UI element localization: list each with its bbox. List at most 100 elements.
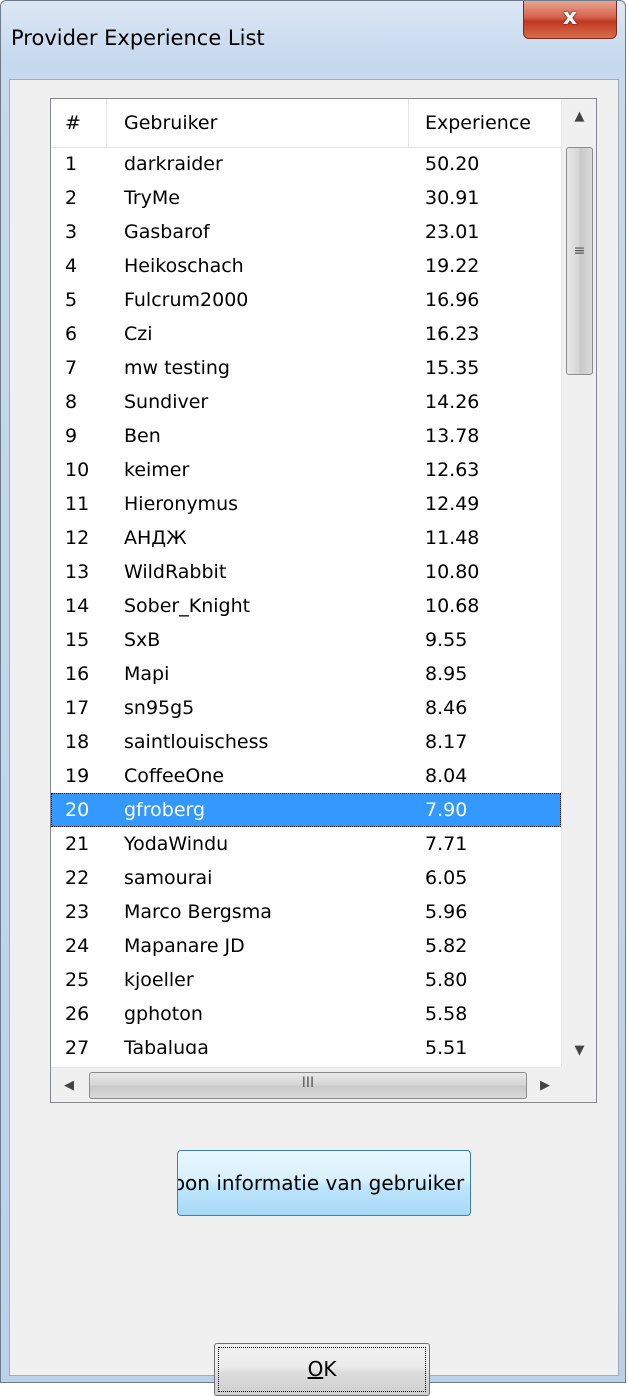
cell-rank: 9 <box>65 425 78 447</box>
cell-user: gfroberg <box>124 799 206 821</box>
close-button[interactable]: x <box>523 1 617 39</box>
cell-user: sn95g5 <box>124 697 195 719</box>
cell-user: АНДЖ <box>124 527 187 549</box>
list-item[interactable]: 20 gfroberg 7.90 <box>51 793 561 827</box>
user-info-button-label: Toon informatie van gebruiker zij <box>178 1171 470 1195</box>
cell-user: Czi <box>124 323 153 345</box>
cell-experience: 23.01 <box>425 221 480 243</box>
client-area: # Gebruiker Experience 1 darkraider 50.20 2… <box>9 79 619 1396</box>
list-item[interactable]: 27 Tabaluga 5.51 <box>51 1031 561 1054</box>
list-item[interactable]: 2 TryMe 30.91 <box>51 181 561 215</box>
cell-user: Sober_Knight <box>124 595 251 617</box>
cell-user: Sundiver <box>124 391 209 413</box>
cell-rank: 7 <box>65 357 78 379</box>
grip-icon: III <box>301 1075 315 1091</box>
column-header-rank[interactable]: # <box>65 99 81 147</box>
list-header: # Gebruiker Experience <box>51 99 561 148</box>
cell-experience: 5.58 <box>425 1003 468 1025</box>
list-item[interactable]: 17 sn95g5 8.46 <box>51 691 561 725</box>
list-item[interactable]: 1 darkraider 50.20 <box>51 147 561 181</box>
list-item[interactable]: 10 keimer 12.63 <box>51 453 561 487</box>
list-item[interactable]: 26 gphoton 5.58 <box>51 997 561 1031</box>
cell-user: Marco Bergsma <box>124 901 272 923</box>
list-item[interactable]: 18 saintlouischess 8.17 <box>51 725 561 759</box>
column-divider[interactable] <box>106 99 107 147</box>
ok-button[interactable]: OK <box>214 1343 430 1396</box>
cell-experience: 8.46 <box>425 697 468 719</box>
list-item[interactable]: 9 Ben 13.78 <box>51 419 561 453</box>
cell-rank: 14 <box>65 595 90 617</box>
cell-rank: 1 <box>65 153 78 175</box>
cell-experience: 30.91 <box>425 187 480 209</box>
vertical-scroll-thumb[interactable]: ≡ <box>566 147 593 375</box>
cell-rank: 24 <box>65 935 90 957</box>
cell-user: TryMe <box>124 187 180 209</box>
cell-experience: 5.96 <box>425 901 468 923</box>
list-item[interactable]: 4 Heikoschach 19.22 <box>51 249 561 283</box>
cell-user: CoffeeOne <box>124 765 225 787</box>
cell-rank: 6 <box>65 323 78 345</box>
column-header-user[interactable]: Gebruiker <box>124 99 217 147</box>
close-icon: x <box>562 5 578 30</box>
list-rows: 1 darkraider 50.20 2 TryMe 30.91 3 Gasbarof 23.0… <box>51 147 561 1054</box>
cell-experience: 10.80 <box>425 561 480 583</box>
scroll-up-arrow-icon[interactable]: ▲ <box>562 99 596 135</box>
list-item[interactable]: 24 Mapanare JD 5.82 <box>51 929 561 963</box>
list-item[interactable]: 12 АНДЖ 11.48 <box>51 521 561 555</box>
cell-rank: 25 <box>65 969 90 991</box>
cell-experience: 12.63 <box>425 459 480 481</box>
list-item[interactable]: 25 kjoeller 5.80 <box>51 963 561 997</box>
cell-rank: 10 <box>65 459 90 481</box>
list-item[interactable]: 5 Fulcrum2000 16.96 <box>51 283 561 317</box>
cell-rank: 12 <box>65 527 90 549</box>
horizontal-scrollbar[interactable]: ◀ III ▶ <box>51 1067 563 1102</box>
cell-user: Mapi <box>124 663 170 685</box>
cell-user: Mapanare JD <box>124 935 245 957</box>
list-item[interactable]: 21 YodaWindu 7.71 <box>51 827 561 861</box>
cell-rank: 15 <box>65 629 90 651</box>
column-header-experience[interactable]: Experience <box>425 99 531 147</box>
cell-experience: 8.04 <box>425 765 468 787</box>
user-info-button[interactable]: Toon informatie van gebruiker zij <box>177 1150 471 1216</box>
scroll-left-arrow-icon[interactable]: ◀ <box>51 1068 87 1102</box>
horizontal-scroll-thumb[interactable]: III <box>89 1072 527 1099</box>
list-item[interactable]: 23 Marco Bergsma 5.96 <box>51 895 561 929</box>
cell-experience: 50.20 <box>425 153 480 175</box>
list-item[interactable]: 13 WildRabbit 10.80 <box>51 555 561 589</box>
list-item[interactable]: 16 Mapi 8.95 <box>51 657 561 691</box>
cell-rank: 26 <box>65 1003 90 1025</box>
cell-rank: 11 <box>65 493 90 515</box>
cell-user: gphoton <box>124 1003 203 1025</box>
cell-rank: 16 <box>65 663 90 685</box>
cell-user: samourai <box>124 867 213 889</box>
cell-rank: 27 <box>65 1037 90 1054</box>
cell-rank: 19 <box>65 765 90 787</box>
list-item[interactable]: 22 samourai 6.05 <box>51 861 561 895</box>
list-item[interactable]: 3 Gasbarof 23.01 <box>51 215 561 249</box>
cell-user: darkraider <box>124 153 223 175</box>
scroll-down-arrow-icon[interactable]: ▼ <box>562 1033 596 1069</box>
cell-experience: 11.48 <box>425 527 480 549</box>
cell-experience: 13.78 <box>425 425 480 447</box>
list-item[interactable]: 6 Czi 16.23 <box>51 317 561 351</box>
list-item[interactable]: 8 Sundiver 14.26 <box>51 385 561 419</box>
list-item[interactable]: 11 Hieronymus 12.49 <box>51 487 561 521</box>
cell-rank: 22 <box>65 867 90 889</box>
cell-user: SxB <box>124 629 161 651</box>
list-item[interactable]: 19 CoffeeOne 8.04 <box>51 759 561 793</box>
cell-rank: 23 <box>65 901 90 923</box>
list-item[interactable]: 7 mw testing 15.35 <box>51 351 561 385</box>
vertical-scrollbar[interactable]: ▲ ≡ ▼ <box>561 99 596 1069</box>
list-item[interactable]: 14 Sober_Knight 10.68 <box>51 589 561 623</box>
experience-list[interactable]: # Gebruiker Experience 1 darkraider 50.20 2… <box>50 98 597 1103</box>
cell-user: Gasbarof <box>124 221 210 243</box>
column-divider[interactable] <box>408 99 409 147</box>
cell-rank: 18 <box>65 731 90 753</box>
list-item[interactable]: 15 SxB 9.55 <box>51 623 561 657</box>
cell-rank: 13 <box>65 561 90 583</box>
cell-user: YodaWindu <box>124 833 229 855</box>
scroll-right-arrow-icon[interactable]: ▶ <box>527 1068 563 1102</box>
cell-user: mw testing <box>124 357 230 379</box>
cell-experience: 16.23 <box>425 323 480 345</box>
title-bar[interactable]: Provider Experience List x <box>1 1 625 79</box>
